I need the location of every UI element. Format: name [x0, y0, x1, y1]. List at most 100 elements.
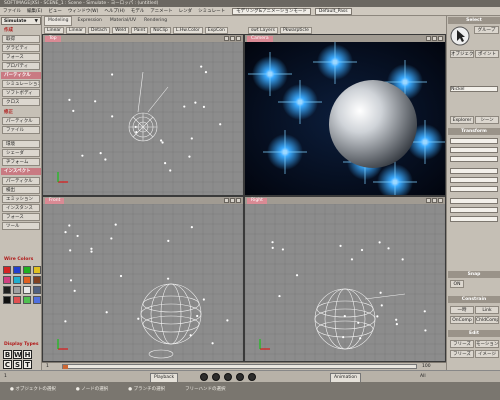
display-type-w[interactable]: W: [13, 350, 22, 359]
wire-color-swatch[interactable]: [13, 266, 21, 274]
display-type-h[interactable]: H: [23, 350, 32, 359]
viewport-title-right[interactable]: Right: [247, 197, 267, 204]
transform-field-rx[interactable]: [450, 168, 498, 174]
tool-layers[interactable]: swt Layers: [247, 26, 278, 34]
left-btn-particle-inspect[interactable]: パーティクル: [2, 177, 40, 185]
viewport-front[interactable]: Front: [42, 196, 244, 362]
layout-combo[interactable]: モデリング&アニメーションモード: [232, 7, 311, 15]
tab-material-uv[interactable]: Material/UV: [107, 17, 139, 25]
viewport-title-top[interactable]: Top: [45, 35, 61, 42]
wire-color-swatch[interactable]: [33, 276, 41, 284]
transform-field-rz[interactable]: [450, 186, 498, 192]
select-point[interactable]: ポイント: [475, 50, 499, 58]
next-key-icon[interactable]: [236, 373, 244, 381]
preset-combo[interactable]: Default_Pass: [314, 7, 352, 15]
edit-motion[interactable]: モーション: [475, 340, 499, 348]
wire-color-swatch[interactable]: [13, 286, 21, 294]
timeline[interactable]: 1 100: [42, 362, 446, 370]
display-type-b[interactable]: B: [3, 350, 12, 359]
menu-item-simulate[interactable]: シミュレート: [195, 7, 228, 16]
viewport-title-camera[interactable]: Camera: [247, 35, 273, 42]
maximize-icon[interactable]: [236, 36, 241, 41]
tool-weld[interactable]: Weld: [112, 26, 130, 34]
edit-image[interactable]: イメージ: [475, 350, 499, 358]
wire-color-swatch[interactable]: [23, 296, 31, 304]
section-header-particles[interactable]: パーティクル: [1, 72, 41, 79]
wire-color-swatch[interactable]: [13, 296, 21, 304]
menu-item-animate[interactable]: アニメート: [147, 7, 175, 16]
camera-icon[interactable]: [230, 198, 235, 203]
tab-expression[interactable]: Expression: [74, 17, 104, 25]
viewport-title-front[interactable]: Front: [45, 197, 65, 204]
wire-color-swatch[interactable]: [33, 296, 41, 304]
eye-icon[interactable]: [224, 36, 229, 41]
wire-color-swatch[interactable]: [33, 286, 41, 294]
left-btn-shader[interactable]: シェーダ: [2, 149, 40, 157]
left-btn-instance[interactable]: インスタンス: [2, 204, 40, 212]
select-arrow-icon[interactable]: [450, 26, 470, 46]
transform-field-tx[interactable]: [450, 198, 498, 204]
wire-color-swatch[interactable]: [3, 266, 11, 274]
menu-item-view[interactable]: ビュー: [45, 7, 65, 16]
tab-modeling[interactable]: Modeling: [44, 16, 73, 26]
timeline-cursor[interactable]: [63, 365, 68, 369]
transform-field-tz[interactable]: [450, 216, 498, 222]
viewport-top[interactable]: Top: [42, 34, 244, 196]
select-object[interactable]: オブジェクト: [450, 50, 474, 58]
constrain-temp[interactable]: 一時: [450, 306, 474, 314]
menu-item-help[interactable]: ヘルプ(H): [101, 7, 127, 16]
left-btn-detect[interactable]: 検出: [2, 186, 40, 194]
wire-color-swatch[interactable]: [13, 276, 21, 284]
tool-detach[interactable]: Detach: [88, 26, 111, 34]
tool-pkwarp[interactable]: Pkwarpticle: [279, 26, 312, 34]
left-btn-simulation[interactable]: シミュレーション: [2, 80, 40, 88]
snap-toggle[interactable]: ON: [450, 280, 464, 288]
wire-color-swatch[interactable]: [3, 296, 11, 304]
left-btn-emission[interactable]: エミッション: [2, 195, 40, 203]
tool-paint[interactable]: Paint: [131, 26, 149, 34]
transform-field-sz[interactable]: [450, 156, 498, 162]
display-type-s[interactable]: S: [13, 360, 22, 369]
tab-rendering[interactable]: Rendering: [141, 17, 170, 25]
left-btn-cloth[interactable]: クロス: [2, 98, 40, 106]
eye-icon[interactable]: [426, 198, 431, 203]
tool-hwcolor[interactable]: L.Hw.Color: [172, 26, 203, 34]
display-type-c[interactable]: C: [3, 360, 12, 369]
explorer-button[interactable]: Explorer: [450, 116, 474, 124]
wire-color-swatch[interactable]: [23, 276, 31, 284]
scene-button[interactable]: シーン: [475, 116, 499, 124]
left-btn-softbody[interactable]: ソフトボディ: [2, 89, 40, 97]
left-btn-particle-mod[interactable]: パーティクル: [2, 117, 40, 125]
transform-field-ty[interactable]: [450, 207, 498, 213]
camera-icon[interactable]: [230, 36, 235, 41]
viewport-right[interactable]: Right: [244, 196, 446, 362]
left-btn-force[interactable]: フォース: [2, 53, 40, 61]
menu-item-file[interactable]: ファイル: [0, 7, 24, 16]
wire-color-swatch[interactable]: [33, 266, 41, 274]
viewport-camera[interactable]: Camera: [244, 34, 446, 196]
constrain-oncomp[interactable]: OnComp: [450, 316, 474, 324]
menu-item-edit[interactable]: 編集(E): [24, 7, 45, 16]
prev-key-icon[interactable]: [212, 373, 220, 381]
menu-item-window[interactable]: ウィンドウ(W): [65, 7, 101, 16]
tool-expcon[interactable]: ExpCon: [204, 26, 228, 34]
transform-field-sx[interactable]: [450, 138, 498, 144]
edit-freeze[interactable]: フリーズ: [450, 340, 474, 348]
edit-freeze-2[interactable]: フリーズ: [450, 350, 474, 358]
wire-color-swatch[interactable]: [23, 266, 31, 274]
select-group[interactable]: グループ: [474, 26, 499, 34]
constrain-link[interactable]: Link: [475, 306, 499, 314]
object-name-field[interactable]: Nickel: [450, 86, 498, 92]
left-btn-tool[interactable]: ツール: [2, 222, 40, 230]
section-header-inspect[interactable]: インスペクト: [1, 168, 41, 175]
tool-linear-2[interactable]: Linear: [66, 26, 86, 34]
left-btn-deform[interactable]: ヂフォーム: [2, 158, 40, 166]
left-btn-gravity[interactable]: グラビティ: [2, 44, 40, 52]
play-icon[interactable]: [224, 373, 232, 381]
constrain-chldcomp[interactable]: ChldComp: [475, 316, 499, 324]
left-btn-property[interactable]: プロパティ: [2, 62, 40, 70]
tool-noclip[interactable]: NoClip: [150, 26, 171, 34]
left-btn-file[interactable]: ファイル: [2, 126, 40, 134]
tool-linear-1[interactable]: Linear: [44, 26, 64, 34]
display-type-t[interactable]: T: [23, 360, 32, 369]
